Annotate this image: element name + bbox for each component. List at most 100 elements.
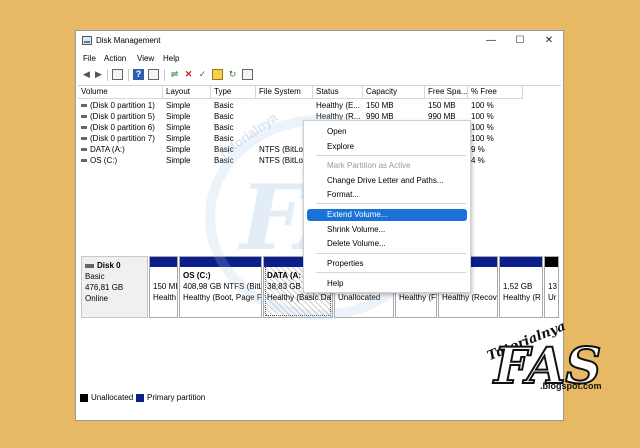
maximize-button[interactable]: ☐ [513,34,527,48]
check-icon[interactable]: ✓ [197,69,208,80]
col-free-space[interactable]: Free Spa... [425,86,468,99]
table-cell: (Disk 0 partition 6) [78,122,163,133]
logo-text-3: .blogspot.com [540,381,602,391]
cell-text: Simple [166,123,191,132]
partition-text: 150 MI Health [153,270,177,303]
import-icon[interactable] [212,69,223,80]
delete-icon[interactable]: ✕ [183,69,194,80]
table-cell: Basic [211,100,256,111]
forward-icon[interactable]: ▶ [93,69,104,80]
menu-file[interactable]: File [83,54,96,63]
title-bar[interactable]: Disk Management — ☐ ✕ [76,31,563,51]
close-button[interactable]: ✕ [542,34,556,48]
table-cell: Simple [163,144,211,155]
context-menu-item[interactable]: Format... [307,189,467,201]
cell-text: (Disk 0 partition 7) [90,134,155,143]
disk-management-icon [82,36,92,45]
table-row[interactable]: (Disk 0 partition 1) Simple Basic Healthy (… [78,100,561,111]
cell-text: (Disk 0 partition 1) [90,101,155,110]
col-status[interactable]: Status [313,86,363,99]
properties-icon[interactable] [148,69,159,80]
legend-primary: Primary partition [147,393,206,402]
context-menu-item[interactable]: Mark Partition as Active [307,160,467,172]
partition-bar [545,257,558,267]
table-cell: 4 % [468,155,523,166]
partition-line3: Healthy (F [399,293,436,302]
table-cell: Basic [211,122,256,133]
cell-text: (Disk 0 partition 6) [90,123,155,132]
context-menu-item[interactable]: Properties [307,258,467,270]
disk-name: Disk 0 [97,261,121,270]
table-cell: (Disk 0 partition 7) [78,133,163,144]
site-logo: Tutorialnya FAS .blogspot.com [470,319,610,402]
window-title: Disk Management [96,36,161,45]
table-cell: 9 % [468,144,523,155]
partition-text: 1,52 GB Healthy (R [503,270,541,303]
context-menu-item[interactable]: Delete Volume... [307,238,467,250]
partition-line2: 13 [548,282,557,291]
context-menu-item[interactable]: Shrink Volume... [307,224,467,236]
cell-text: Basic [214,101,234,110]
legend-unallocated-swatch [80,394,88,402]
col-file-system[interactable]: File System [256,86,313,99]
cell-text: 4 % [471,156,485,165]
legend-primary-swatch [136,394,144,402]
table-cell: OS (C:) [78,155,163,166]
cell-text: 100 % [471,123,494,132]
disk-0-label[interactable]: Disk 0 Basic 476,81 GB Online [81,256,148,318]
table-cell: Basic [211,111,256,122]
context-menu-item[interactable]: Change Drive Letter and Paths... [307,175,467,187]
back-icon[interactable]: ◀ [81,69,92,80]
connect-icon[interactable]: ⇌ [169,69,180,80]
partition-text: 13 Ur [548,270,557,303]
table-cell: (Disk 0 partition 1) [78,100,163,111]
context-menu-item[interactable]: Extend Volume... [307,209,467,221]
cell-text: 150 MB [366,101,394,110]
partition-line3: Healthy (R [503,293,541,302]
context-menu-item[interactable]: Help [307,278,467,290]
col-volume[interactable]: Volume [78,86,163,99]
partition-block[interactable]: OS (C:) 408,98 GB NTFS (BitLo Healthy (Boo… [179,256,262,318]
partition-line2: 408,98 GB NTFS (BitLo [183,282,262,291]
partition-block[interactable]: 150 MI Health [149,256,178,318]
partition-bar [150,257,177,267]
col-type[interactable]: Type [211,86,256,99]
disk-icon [85,263,94,268]
cell-text: 100 % [471,101,494,110]
menu-help[interactable]: Help [163,54,179,63]
legend-unallocated: Unallocated [91,393,134,402]
cell-text: Basic [214,112,234,121]
cell-text: Healthy (E... [316,101,361,110]
minimize-button[interactable]: — [484,34,498,48]
console-tree-icon[interactable] [112,69,123,80]
list-icon[interactable] [242,69,253,80]
menu-view[interactable]: View [137,54,154,63]
menu-separator [316,253,466,254]
col-capacity[interactable]: Capacity [363,86,425,99]
volume-icon [81,104,87,108]
partition-block[interactable]: 13 Ur [544,256,559,318]
help-icon[interactable]: ? [133,69,144,80]
table-cell: 100 % [468,133,523,144]
menu-action[interactable]: Action [104,54,126,63]
col-percent-free[interactable]: % Free [468,86,523,99]
table-cell: (Disk 0 partition 5) [78,111,163,122]
partition-block[interactable]: 1,52 GB Healthy (R [499,256,543,318]
disk-type: Basic [85,272,105,281]
table-cell: Healthy (E... [313,100,363,111]
partition-bar [500,257,542,267]
cell-text: Basic [214,156,234,165]
partition-line3: Healthy (Recov [442,293,497,302]
partition-text: OS (C:) 408,98 GB NTFS (BitLo Healthy (Boo… [183,270,262,303]
context-menu-item[interactable]: Open [307,126,467,138]
col-layout[interactable]: Layout [163,86,211,99]
table-cell: Simple [163,111,211,122]
context-menu: Open Explore Mark Partition as Active Chang… [303,120,471,293]
table-cell [256,100,313,111]
refresh-icon[interactable]: ↻ [227,69,238,80]
disk-status: Online [85,294,109,303]
table-cell: 150 MB [363,100,425,111]
partition-line1 [503,270,541,281]
cell-text: Simple [166,156,191,165]
context-menu-item[interactable]: Explore [307,141,467,153]
